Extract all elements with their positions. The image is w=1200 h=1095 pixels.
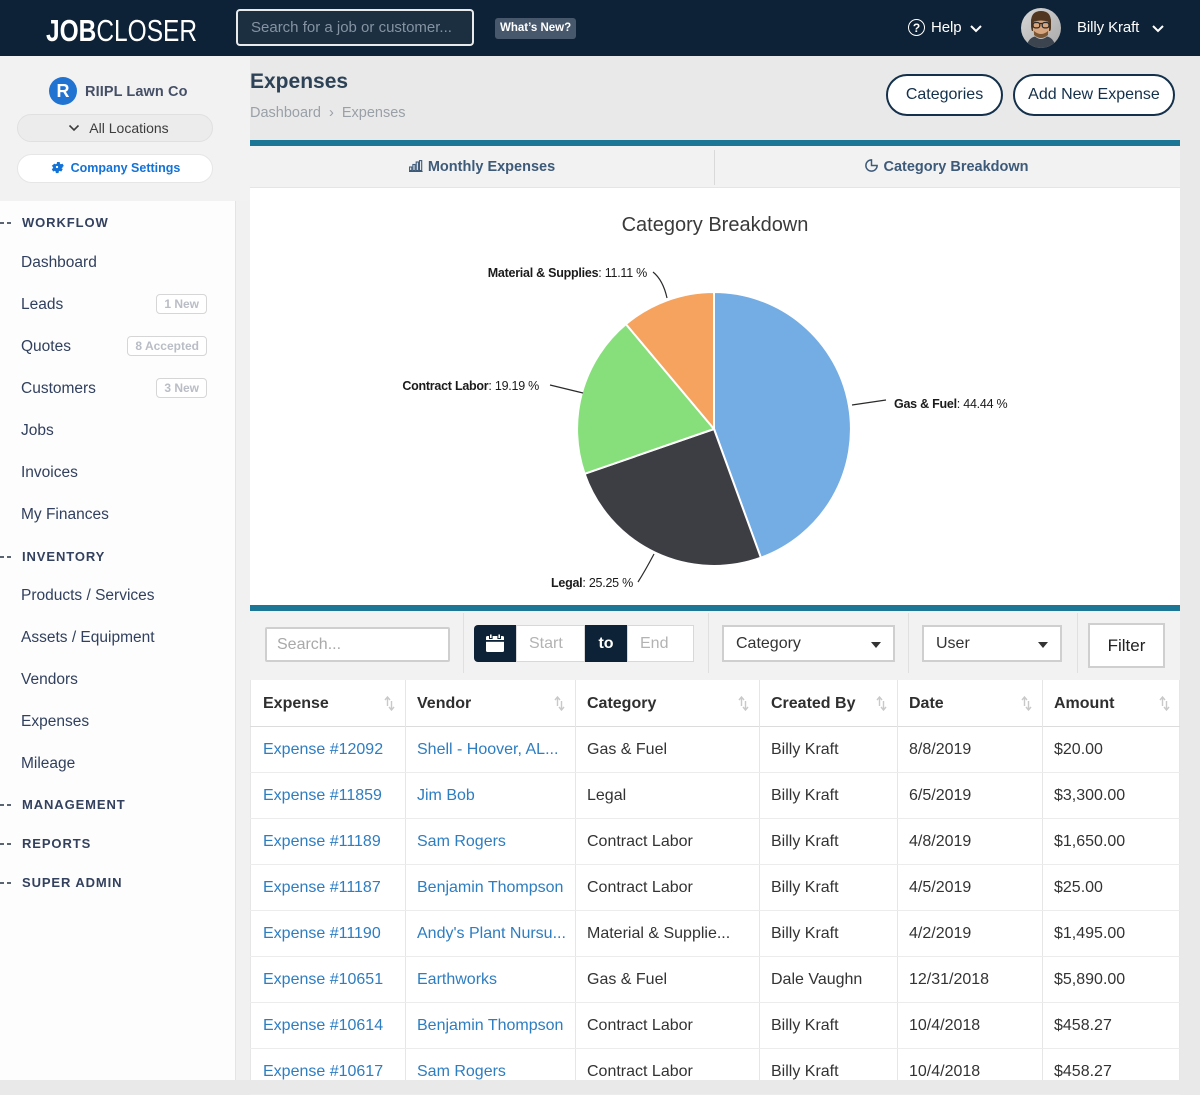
svg-text:Contract Labor: 19.19 %: Contract Labor: 19.19 % xyxy=(402,379,539,393)
svg-text:Legal: 25.25 %: Legal: 25.25 % xyxy=(551,576,633,590)
svg-text:Gas & Fuel: 44.44 %: Gas & Fuel: 44.44 % xyxy=(894,397,1007,411)
svg-text:Material & Supplies: 11.11 %: Material & Supplies: 11.11 % xyxy=(488,266,647,280)
